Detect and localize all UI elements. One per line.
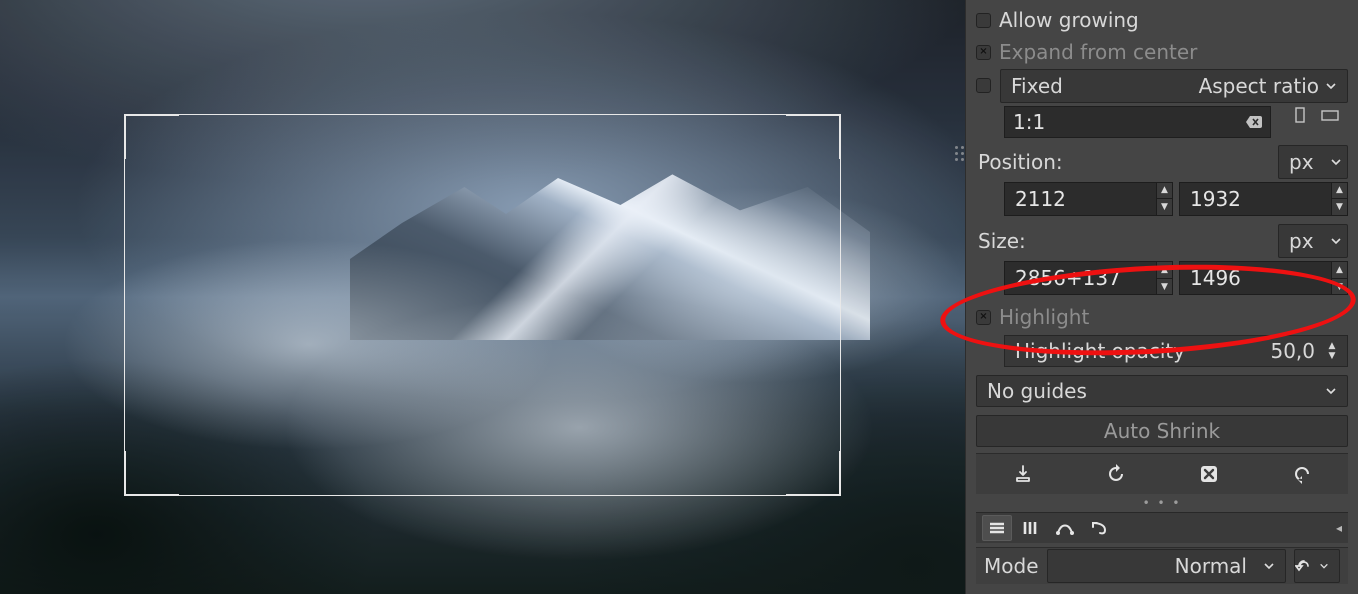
stepper-up-icon[interactable]: ▲: [1157, 183, 1172, 199]
size-fields: 2856+137 ▲▼ 1496 ▲▼: [1004, 261, 1348, 295]
fixed-checkbox[interactable]: [976, 78, 991, 93]
tool-options-toolbar: [976, 453, 1348, 494]
crop-handle-top-left[interactable]: [125, 115, 179, 159]
position-label-row: Position: px: [976, 140, 1348, 178]
size-height-input[interactable]: 1496 ▲▼: [1179, 261, 1348, 295]
allow-growing-checkbox[interactable]: [976, 13, 991, 28]
delete-preset-icon[interactable]: [1194, 459, 1224, 489]
crop-handle-top-right[interactable]: [786, 115, 840, 159]
stepper-up-icon[interactable]: ▲: [1325, 341, 1339, 351]
tab-channels[interactable]: [1016, 515, 1046, 541]
mode-switch-button[interactable]: [1294, 549, 1340, 583]
size-label: Size:: [978, 229, 1026, 253]
position-label: Position:: [978, 150, 1063, 174]
panel-resize-handle-icon[interactable]: • • •: [976, 498, 1348, 508]
position-x-value: 2112: [1005, 183, 1156, 215]
mode-label: Mode: [984, 554, 1039, 578]
chevron-down-icon: [1313, 561, 1339, 571]
reset-defaults-icon[interactable]: [1287, 459, 1317, 489]
stepper-down-icon[interactable]: ▼: [1157, 278, 1172, 295]
guides-select[interactable]: No guides: [976, 375, 1348, 407]
landscape-orientation-icon[interactable]: [1321, 106, 1339, 124]
size-unit-value: px: [1279, 229, 1324, 253]
stepper-up-icon[interactable]: ▲: [1332, 183, 1347, 199]
stepper-down-icon[interactable]: ▼: [1325, 351, 1339, 361]
highlight-checkbox[interactable]: [976, 310, 991, 325]
expand-from-center-label: Expand from center: [999, 40, 1197, 64]
auto-shrink-button[interactable]: Auto Shrink: [976, 415, 1348, 447]
position-y-input[interactable]: 1932 ▲▼: [1179, 182, 1348, 216]
position-y-value: 1932: [1180, 183, 1331, 215]
size-height-value: 1496: [1180, 262, 1331, 294]
auto-shrink-label: Auto Shrink: [977, 419, 1347, 443]
layer-mode-row: Mode Normal: [976, 547, 1348, 585]
tab-paths[interactable]: [1050, 515, 1080, 541]
highlight-row: Highlight: [976, 303, 1348, 331]
expand-from-center-row: Expand from center: [976, 38, 1348, 66]
chevron-down-icon: [1324, 156, 1352, 168]
guides-value: No guides: [977, 379, 1319, 403]
stepper-down-icon[interactable]: ▼: [1332, 198, 1347, 215]
crop-handle-bottom-right[interactable]: [786, 451, 840, 495]
stepper-up-icon[interactable]: ▲: [1332, 262, 1347, 278]
fixed-mode-select[interactable]: Fixed Aspect ratio: [1000, 69, 1348, 103]
size-label-row: Size: px: [976, 220, 1348, 258]
size-width-value: 2856+137: [1005, 262, 1156, 294]
stepper-down-icon[interactable]: ▼: [1332, 278, 1347, 295]
stepper-up-icon[interactable]: ▲: [1157, 262, 1172, 278]
swap-icon: [1295, 558, 1313, 574]
size-unit-select[interactable]: px: [1278, 224, 1348, 258]
aspect-ratio-value: 1:1: [1013, 110, 1045, 134]
fixed-mode-value: Aspect ratio: [1199, 74, 1319, 98]
crop-handle-bottom-left[interactable]: [125, 451, 179, 495]
save-preset-icon[interactable]: [1008, 459, 1038, 489]
mode-value: Normal: [1048, 554, 1258, 578]
position-unit-select[interactable]: px: [1278, 145, 1348, 179]
aspect-ratio-input[interactable]: 1:1: [1004, 106, 1271, 138]
chevron-down-icon: [1324, 235, 1352, 247]
chevron-down-icon: [1319, 385, 1347, 397]
tab-undo-history[interactable]: [1084, 515, 1114, 541]
chevron-down-icon: [1257, 560, 1285, 572]
portrait-orientation-icon[interactable]: [1291, 106, 1309, 124]
highlight-opacity-label: Highlight opacity: [1005, 339, 1270, 363]
tab-layers[interactable]: [982, 515, 1012, 541]
mode-select[interactable]: Normal: [1047, 549, 1287, 583]
highlight-label: Highlight: [999, 305, 1089, 329]
expand-from-center-checkbox[interactable]: [976, 45, 991, 60]
position-unit-value: px: [1279, 150, 1324, 174]
position-x-input[interactable]: 2112 ▲▼: [1004, 182, 1173, 216]
crop-selection[interactable]: [125, 115, 840, 495]
stepper-down-icon[interactable]: ▼: [1157, 198, 1172, 215]
image-canvas[interactable]: [0, 0, 965, 594]
aspect-value-row: 1:1: [976, 106, 1348, 136]
fixed-row: Fixed Aspect ratio: [976, 70, 1348, 102]
highlight-opacity-slider[interactable]: Highlight opacity 50,0 ▲▼: [1004, 335, 1348, 367]
dock-handle-icon[interactable]: [955, 146, 964, 161]
chevron-down-icon: [1319, 80, 1347, 92]
highlight-opacity-value: 50,0: [1270, 339, 1319, 363]
allow-growing-row: Allow growing: [976, 6, 1348, 34]
allow-growing-label: Allow growing: [999, 8, 1139, 32]
clear-icon[interactable]: [1246, 116, 1262, 128]
dock-tabstrip: ◂: [976, 512, 1348, 542]
tool-options-panel: Allow growing Expand from center Fixed A…: [965, 0, 1358, 594]
restore-preset-icon[interactable]: [1101, 459, 1131, 489]
size-width-input[interactable]: 2856+137 ▲▼: [1004, 261, 1173, 295]
fixed-label: Fixed: [1001, 74, 1199, 98]
tab-menu-icon[interactable]: ◂: [1336, 521, 1342, 535]
position-fields: 2112 ▲▼ 1932 ▲▼: [1004, 182, 1348, 216]
